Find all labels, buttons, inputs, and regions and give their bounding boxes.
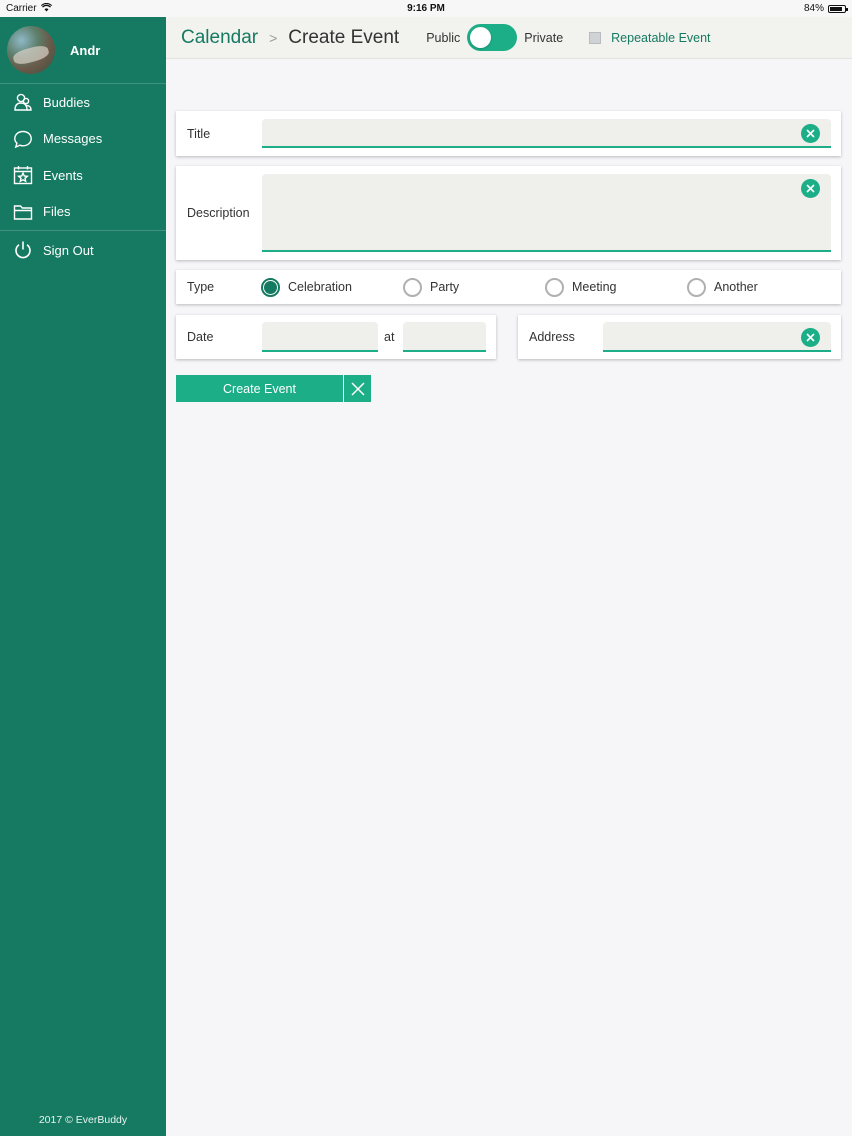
description-textarea[interactable] bbox=[262, 174, 831, 252]
battery-icon bbox=[828, 4, 848, 13]
radio-meeting[interactable]: Meeting bbox=[545, 277, 687, 297]
radio-label: Meeting bbox=[572, 280, 617, 294]
battery-percent: 84% bbox=[803, 3, 824, 14]
radio-unchecked-icon[interactable] bbox=[545, 277, 564, 297]
checkbox-box[interactable] bbox=[589, 31, 602, 44]
sidebar-item-buddies[interactable]: Buddies bbox=[0, 84, 166, 121]
description-row: Description bbox=[176, 166, 841, 260]
switch-knob bbox=[470, 27, 492, 48]
repeatable-event-label: Repeatable Event bbox=[611, 30, 711, 45]
sidebar-nav: Buddies Messages Events Files bbox=[0, 84, 166, 230]
title-label: Title bbox=[187, 126, 211, 141]
sidebar-item-label: Files bbox=[43, 204, 71, 220]
date-input[interactable] bbox=[262, 322, 378, 352]
address-label: Address bbox=[529, 330, 575, 344]
visibility-switch[interactable] bbox=[467, 24, 518, 51]
type-label: Type bbox=[187, 280, 215, 294]
header: Calendar > Create Event Public Private R… bbox=[166, 17, 852, 59]
type-radio-group: Celebration Party Meeting Another bbox=[261, 270, 829, 304]
sidebar-item-messages[interactable]: Messages bbox=[0, 121, 166, 158]
page-title: Create Event bbox=[288, 26, 400, 48]
sidebar-item-label: Buddies bbox=[43, 94, 90, 110]
chevron-right-icon: > bbox=[269, 29, 278, 46]
time-input[interactable] bbox=[403, 322, 486, 352]
create-event-button[interactable]: Create Event bbox=[176, 375, 343, 402]
radio-unchecked-icon[interactable] bbox=[687, 277, 706, 297]
breadcrumb-calendar[interactable]: Calendar bbox=[181, 27, 258, 49]
private-label: Private bbox=[524, 30, 564, 45]
clear-description-icon[interactable] bbox=[801, 179, 820, 198]
radio-celebration[interactable]: Celebration bbox=[261, 277, 403, 297]
clear-address-icon[interactable] bbox=[801, 328, 820, 347]
profile[interactable]: Andr bbox=[0, 17, 166, 84]
buddies-icon bbox=[12, 91, 34, 113]
title-input[interactable] bbox=[262, 119, 831, 148]
radio-checked-icon[interactable] bbox=[261, 277, 280, 297]
star-calendar-icon bbox=[12, 164, 34, 186]
close-icon bbox=[350, 381, 365, 396]
power-icon bbox=[12, 239, 34, 261]
address-input[interactable] bbox=[603, 322, 831, 352]
radio-label: Another bbox=[714, 280, 758, 294]
description-label: Description bbox=[187, 206, 250, 220]
public-label: Public bbox=[426, 30, 461, 45]
avatar[interactable] bbox=[7, 26, 55, 74]
wifi-icon bbox=[40, 2, 52, 15]
radio-unchecked-icon[interactable] bbox=[403, 277, 422, 297]
title-row: Title bbox=[176, 111, 841, 156]
type-row: Type Celebration Party Meeting Another bbox=[176, 270, 841, 304]
address-row: Address bbox=[518, 315, 841, 359]
folder-icon bbox=[12, 201, 34, 223]
breadcrumb: Calendar > Create Event bbox=[181, 27, 399, 49]
sidebar-item-files[interactable]: Files bbox=[0, 194, 166, 231]
radio-label: Celebration bbox=[288, 280, 352, 294]
visibility-toggle-group: Public Private bbox=[426, 24, 563, 51]
cancel-button[interactable] bbox=[344, 375, 371, 402]
battery-fill bbox=[830, 6, 842, 11]
profile-name: Andr bbox=[70, 42, 101, 58]
repeatable-event-checkbox[interactable]: Repeatable Event bbox=[589, 30, 711, 45]
date-row: Date at bbox=[176, 315, 496, 359]
sidebar-item-events[interactable]: Events bbox=[0, 157, 166, 194]
clear-title-icon[interactable] bbox=[801, 124, 820, 143]
sign-out-label: Sign Out bbox=[43, 242, 94, 258]
carrier-label: Carrier bbox=[6, 3, 37, 14]
sidebar-item-label: Messages bbox=[43, 131, 103, 147]
at-label: at bbox=[384, 330, 395, 344]
form-actions: Create Event bbox=[176, 375, 371, 402]
status-bar: Carrier 9:16 PM 84% bbox=[0, 0, 852, 17]
radio-another[interactable]: Another bbox=[687, 277, 829, 297]
clock: 9:16 PM bbox=[407, 3, 445, 14]
sidebar: Andr Buddies Messages Events Files Sign … bbox=[0, 17, 166, 1136]
sidebar-footer: 2017 © EverBuddy bbox=[38, 1114, 128, 1126]
date-label: Date bbox=[187, 330, 214, 344]
radio-party[interactable]: Party bbox=[403, 277, 545, 297]
sidebar-item-label: Events bbox=[43, 167, 83, 183]
sign-out-button[interactable]: Sign Out bbox=[0, 231, 166, 269]
chat-bubble-icon bbox=[12, 128, 34, 150]
radio-label: Party bbox=[430, 280, 460, 294]
